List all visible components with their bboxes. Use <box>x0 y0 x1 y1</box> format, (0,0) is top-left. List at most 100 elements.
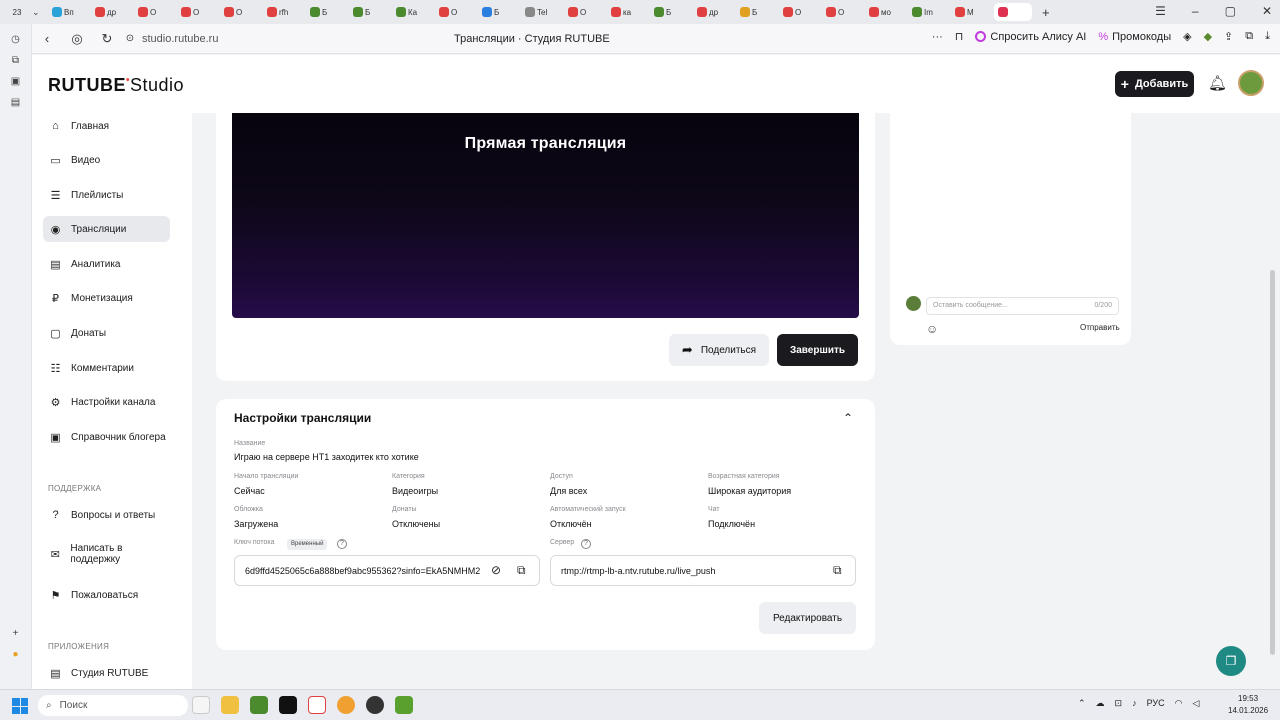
edit-button[interactable]: Редактировать <box>759 602 856 634</box>
sidebar-item[interactable]: ⚙ Настройки канала <box>43 389 170 415</box>
rail-downloads-icon[interactable]: ▤ <box>0 97 31 108</box>
sidebar-item[interactable]: ? Вопросы и ответы <box>43 502 170 528</box>
collections-icon[interactable]: ⧉ <box>1245 30 1253 43</box>
browser-tab[interactable]: Б <box>478 3 516 21</box>
new-tab-button[interactable]: + <box>1042 5 1050 20</box>
wifi-icon[interactable]: ◠ <box>1175 698 1183 709</box>
sidebar-item[interactable]: ▭ Видео <box>43 147 170 173</box>
browser-tab[interactable]: О <box>134 3 172 21</box>
file-explorer-icon[interactable] <box>221 696 239 714</box>
sidebar-item[interactable]: ▢ Донаты <box>43 320 170 346</box>
add-button[interactable]: + Добавить <box>1115 71 1194 97</box>
maximize-button[interactable]: ▢ <box>1225 4 1236 18</box>
task-view-icon[interactable] <box>192 696 210 714</box>
bell-icon[interactable]: 🔔︎ <box>1208 74 1227 92</box>
windows-start-icon[interactable] <box>12 698 28 714</box>
sidebar-item[interactable]: ⚑ Пожаловаться <box>43 582 170 608</box>
chevron-up-icon[interactable]: ⌃ <box>843 411 853 425</box>
server-help-icon[interactable]: ? <box>581 539 591 549</box>
network-icon[interactable]: ⊡ <box>1115 698 1123 709</box>
video-player[interactable]: Прямая трансляция <box>232 113 859 318</box>
shield-icon[interactable]: ◈ <box>1183 30 1191 43</box>
back-icon[interactable]: ‹ <box>32 31 62 46</box>
taskbar-clock[interactable]: 19:53 14.01.2026 <box>1228 693 1268 717</box>
download-icon[interactable]: ⤓ <box>1265 30 1270 43</box>
key-help-icon[interactable]: ? <box>337 539 347 549</box>
browser-tab[interactable]: rfh <box>263 3 301 21</box>
speaker-icon[interactable]: ◁ <box>1192 698 1199 709</box>
browser-tab[interactable]: мо <box>865 3 903 21</box>
browser-tab[interactable]: ка <box>607 3 645 21</box>
browser-tab[interactable]: О <box>564 3 602 21</box>
tab-search-icon[interactable]: ☰ <box>1155 4 1166 18</box>
browser-tab[interactable] <box>994 3 1032 21</box>
sidebar-item[interactable]: ◉ Трансляции <box>43 216 170 242</box>
emoji-icon[interactable]: ☺ <box>926 322 938 336</box>
send-button[interactable]: Отправить <box>1080 323 1120 332</box>
browser-tab[interactable]: О <box>435 3 473 21</box>
page-scrollbar[interactable] <box>1270 270 1275 655</box>
sidebar-item[interactable]: ▤ Студия RUTUBE <box>43 660 170 686</box>
browser-tab[interactable]: Б <box>736 3 774 21</box>
cloud-icon[interactable]: ☁ <box>1096 698 1105 709</box>
rail-history-icon[interactable]: ◷ <box>0 34 31 45</box>
browser-tab[interactable]: др <box>91 3 129 21</box>
taskbar-search[interactable]: ⌕ Поиск <box>38 695 188 716</box>
sidebar-item[interactable]: ✉ Написать в поддержку <box>43 541 170 567</box>
bookmark-icon[interactable]: ⊓ <box>955 30 964 43</box>
reload-icon[interactable]: ↻ <box>92 31 122 47</box>
minimize-button[interactable]: – <box>1192 4 1199 18</box>
rail-counter-icon[interactable]: ▣ <box>0 76 31 87</box>
browser-tab[interactable]: О <box>177 3 215 21</box>
tab-list-chevron-icon[interactable]: ⌄ <box>32 7 44 18</box>
server-field[interactable]: rtmp://rtmp-lb-a.ntv.rutube.ru/live_push… <box>550 555 856 586</box>
browser-tab[interactable]: Ка <box>392 3 430 21</box>
eye-off-icon[interactable]: ⊘ <box>491 563 502 577</box>
minecraft-icon[interactable] <box>250 696 268 714</box>
copy-key-icon[interactable]: ⧉ <box>517 563 526 578</box>
browser-tab[interactable]: О <box>220 3 258 21</box>
browser-tab[interactable]: М <box>951 3 989 21</box>
tiktok-icon[interactable] <box>279 696 297 714</box>
browser-tab[interactable]: Tel <box>521 3 559 21</box>
sidebar-item[interactable]: ☰ Плейлисты <box>43 182 170 208</box>
rail-collections-icon[interactable]: ⧉ <box>0 55 31 66</box>
sidebar-item[interactable]: ⌂ Главная <box>43 113 170 139</box>
obs-icon[interactable] <box>366 696 384 714</box>
sidebar-item[interactable]: ▤ Аналитика <box>43 251 170 277</box>
chat-message-input[interactable]: Оставить сообщение... 0/200 <box>926 297 1119 315</box>
tab-counter[interactable]: 23 <box>6 8 28 17</box>
ask-alice-button[interactable]: Спросить Алису AI <box>975 31 1086 43</box>
support-chat-icon[interactable]: ❐ <box>1216 646 1246 676</box>
extension-icon[interactable]: ◆ <box>1204 30 1212 43</box>
volume-icon[interactable]: ♪ <box>1132 698 1137 709</box>
browser-tab[interactable]: Б <box>306 3 344 21</box>
share-page-icon[interactable]: ⇪ <box>1224 30 1233 43</box>
share-button[interactable]: ➦ Поделиться <box>669 334 769 366</box>
rail-yandex-icon[interactable]: ● <box>0 649 31 660</box>
copy-server-icon[interactable]: ⧉ <box>833 563 842 578</box>
lang-indicator[interactable]: РУС <box>1147 698 1165 709</box>
sidebar-item[interactable]: ▣ Справочник блогера <box>43 424 170 450</box>
more-icon[interactable]: ··· <box>932 31 943 43</box>
browser-tab[interactable]: Im <box>908 3 946 21</box>
yandex-icon[interactable]: ◎ <box>62 31 92 47</box>
browser-tab[interactable]: Б <box>349 3 387 21</box>
browser-tab[interactable]: др <box>693 3 731 21</box>
stream-key-field[interactable]: 6d9ffd4525065c6a888bef9abc955362?sinfo=E… <box>234 555 540 586</box>
minecraft-launcher-icon[interactable] <box>395 696 413 714</box>
sidebar-item[interactable]: ₽ Монетизация <box>43 285 170 311</box>
tray-chevron-icon[interactable]: ⌃ <box>1078 698 1086 709</box>
finish-stream-button[interactable]: Завершить <box>777 334 858 366</box>
url-field[interactable]: studio.rutube.ru <box>142 33 218 45</box>
yandex-browser-icon[interactable] <box>308 696 326 714</box>
chrome-icon[interactable] <box>337 696 355 714</box>
browser-tab[interactable]: О <box>779 3 817 21</box>
promo-button[interactable]: % Промокоды <box>1098 31 1171 43</box>
rail-add-icon[interactable]: + <box>0 628 31 639</box>
rutube-studio-logo[interactable]: RUTUBE•Studio <box>48 75 184 96</box>
browser-tab[interactable]: О <box>822 3 860 21</box>
close-window-button[interactable]: ✕ <box>1262 4 1272 18</box>
avatar[interactable] <box>1238 70 1264 96</box>
sidebar-item[interactable]: ☷ Комментарии <box>43 355 170 381</box>
